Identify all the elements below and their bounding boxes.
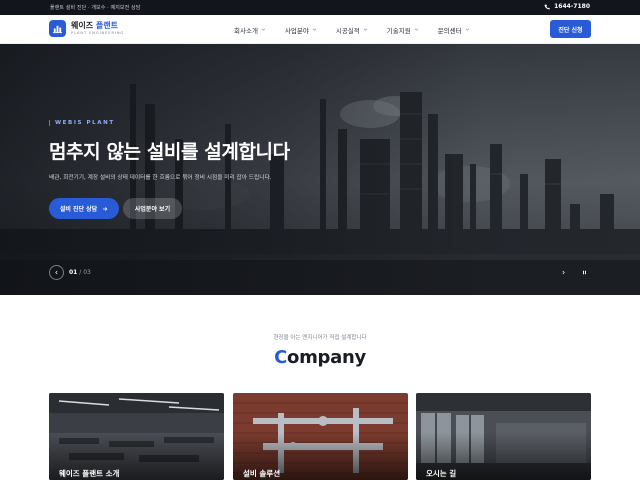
nav-item-label: 시공실적 (335, 26, 360, 35)
site-logo[interactable]: 웨이즈 플랜트 PLANT ENGINEERING (49, 20, 124, 37)
business-areas-button[interactable]: 사업분야 보기 (123, 198, 182, 219)
hero-banner: WEBIS PLANT 멈추지 않는 설비를 설계합니다 배관, 회전기기, 계… (0, 44, 640, 295)
company-subtitle: 현장을 아는 엔지니어가 직접 설계합니다 (273, 335, 367, 341)
slider-prev-button[interactable] (49, 265, 64, 280)
company-card-intro[interactable]: 웨이즈 플랜트 소개 (49, 393, 224, 480)
company-card-location[interactable]: 오시는 길 (416, 393, 591, 480)
company-title: Company (0, 347, 640, 368)
top-utility-bar: 플랜트 설비 진단 · 개보수 · 예지보전 상담 1644-7180 (0, 0, 640, 15)
chevron-left-icon (55, 270, 58, 275)
logo-name: 웨이즈 플랜트 (71, 20, 124, 30)
phone-number: 1644-7180 (554, 3, 590, 10)
diagnosis-request-button[interactable]: 진단 신청 (550, 20, 591, 38)
nav-item-tech-support[interactable]: 기술지원 (387, 25, 419, 35)
slider-counter: 01 / 03 (69, 269, 91, 276)
nav-item-label: 회사소개 (234, 26, 258, 35)
nav-item-label: 기술지원 (386, 26, 411, 35)
chevron-down-icon (414, 28, 418, 31)
nav-item-label: 문의센터 (437, 26, 462, 35)
chevron-down-icon (312, 28, 317, 31)
slider-pause-button[interactable] (577, 265, 591, 280)
main-nav: 회사소개 사업분야 시공실적 기술지원 문의센터 (234, 15, 489, 44)
logo-subtitle: PLANT ENGINEERING (71, 30, 125, 35)
slider-next-button[interactable] (557, 265, 569, 280)
slide-total: 03 (83, 269, 91, 276)
company-card-solutions[interactable]: 설비 솔루션 (233, 393, 408, 480)
chevron-down-icon (465, 28, 469, 31)
company-title-first-letter: C (274, 347, 287, 368)
chevron-right-icon (562, 270, 565, 275)
hero-tag: WEBIS PLANT (49, 120, 115, 126)
pause-icon (582, 270, 586, 275)
site-header: 웨이즈 플랜트 PLANT ENGINEERING 회사소개 사업분야 시공실적… (0, 15, 640, 44)
hero-description: 배관, 회전기기, 계장 설비의 상태 데이터를 한 흐름으로 묶어 정비 시점… (49, 175, 272, 181)
company-card-label: 웨이즈 플랜트 소개 (59, 469, 120, 478)
logo-name-accent: 플랜트 (95, 20, 118, 30)
company-title-rest: ompany (287, 347, 366, 368)
company-card-label: 오시는 길 (426, 469, 457, 478)
logo-mark-icon (49, 20, 66, 37)
top-phone[interactable]: 1644-7180 (544, 3, 590, 10)
consultation-button[interactable]: 설비 진단 상담 (49, 198, 119, 219)
nav-item-contact[interactable]: 문의센터 (438, 25, 470, 35)
phone-icon (544, 4, 550, 9)
chevron-down-icon (363, 28, 367, 31)
arrow-right-icon (103, 206, 108, 211)
top-notice-text: 플랜트 설비 진단 · 개보수 · 예지보전 상담 (50, 5, 141, 11)
nav-item-business[interactable]: 사업분야 (285, 25, 317, 35)
nav-item-about[interactable]: 회사소개 (234, 25, 266, 35)
hero-title: 멈추지 않는 설비를 설계합니다 (49, 141, 290, 163)
nav-item-label: 사업분야 (284, 26, 309, 35)
logo-name-main: 웨이즈 (71, 20, 96, 30)
nav-item-projects[interactable]: 시공실적 (336, 25, 368, 35)
company-card-label: 설비 솔루션 (243, 469, 281, 478)
consultation-button-label: 설비 진단 상담 (59, 206, 98, 213)
chevron-down-icon (261, 28, 266, 31)
